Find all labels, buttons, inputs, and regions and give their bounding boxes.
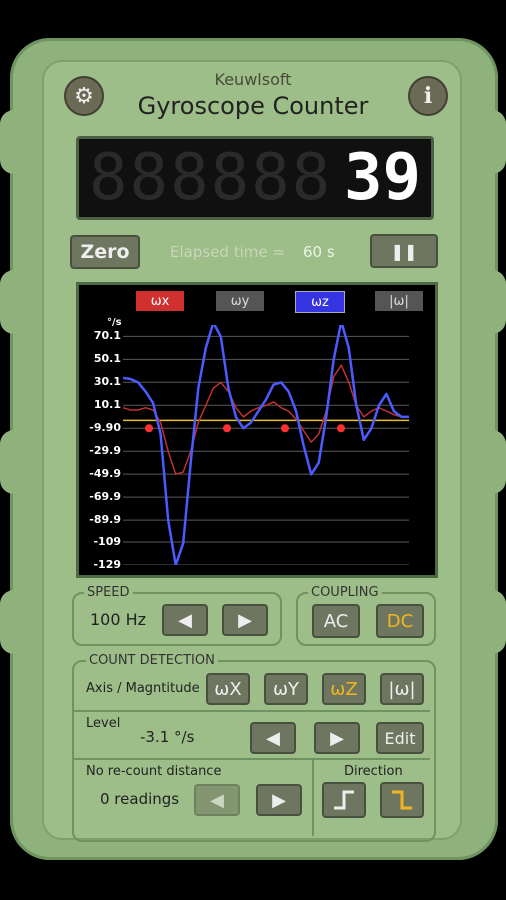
recount-next-button[interactable]: ▶ (256, 784, 302, 816)
gyro-plot (123, 325, 409, 565)
y-tick-label: 10.1 (93, 398, 121, 412)
speed-prev-button[interactable]: ◀ (162, 604, 208, 636)
falling-edge-icon (392, 790, 412, 810)
y-tick-label: 50.1 (93, 352, 121, 366)
elapsed-value: 60 s (303, 243, 335, 261)
y-tick-label: -49.9 (89, 467, 121, 481)
axis-magnitude-label: Axis / Magntitude (86, 681, 200, 696)
count-marker (223, 424, 231, 433)
level-label: Level (86, 716, 121, 731)
direction-rising-button[interactable] (322, 782, 366, 818)
legend-wz[interactable]: ωz (295, 291, 345, 313)
counter-display: 888888 39 (76, 136, 434, 220)
coupling-label: COUPLING (308, 585, 382, 600)
speed-label: SPEED (84, 585, 133, 600)
axis-wz-button[interactable]: ωZ (322, 673, 366, 705)
y-axis-unit: °/s (107, 317, 122, 328)
count-marker (281, 424, 289, 433)
graph-panel: ωx ωy ωz |ω| °/s 70.1 50.1 30.1 10.1 -9.90 -2… (76, 282, 438, 578)
ghost-digits: 888888 (89, 141, 333, 215)
count-value: 39 (339, 141, 421, 215)
y-tick-label: -29.9 (89, 444, 121, 458)
y-tick-label: 70.1 (93, 329, 121, 343)
axis-magnitude-button[interactable]: |ω| (380, 673, 424, 705)
y-tick-label: 30.1 (93, 375, 121, 389)
divider (74, 758, 430, 760)
y-tick-label: -89.9 (89, 513, 121, 527)
legend-wy[interactable]: ωy (216, 291, 264, 311)
axis-wy-button[interactable]: ωY (264, 673, 308, 705)
coupling-ac-button[interactable]: AC (312, 604, 360, 638)
device-bump (478, 270, 506, 334)
y-tick-label: -9.90 (89, 421, 121, 435)
speed-next-button[interactable]: ▶ (222, 604, 268, 636)
divider (74, 710, 430, 712)
level-edit-button[interactable]: Edit (376, 722, 424, 754)
device-bump (478, 430, 506, 494)
zero-button[interactable]: Zero (70, 235, 140, 269)
y-tick-label: -69.9 (89, 490, 121, 504)
rising-edge-icon (334, 790, 354, 810)
recount-label: No re-count distance (86, 764, 222, 779)
direction-falling-button[interactable] (380, 782, 424, 818)
legend-wx[interactable]: ωx (136, 291, 184, 311)
level-prev-button[interactable]: ◀ (250, 722, 296, 754)
coupling-dc-button[interactable]: DC (376, 604, 424, 638)
recount-prev-button[interactable]: ◀ (194, 784, 240, 816)
device-bump (0, 590, 28, 654)
device-bump (478, 590, 506, 654)
pause-button[interactable]: ❚❚ (370, 234, 438, 268)
count-marker (337, 424, 345, 433)
level-next-button[interactable]: ▶ (314, 722, 360, 754)
y-tick-label: -109 (93, 535, 121, 549)
count-detection-label: COUNT DETECTION (86, 653, 218, 668)
elapsed-label: Elapsed time = (170, 243, 285, 261)
app-title: Gyroscope Counter (137, 92, 369, 120)
legend-magnitude[interactable]: |ω| (375, 291, 423, 311)
brand-name: Keuwlsoft (214, 70, 292, 89)
level-value: -3.1 °/s (140, 728, 195, 746)
direction-label: Direction (344, 764, 403, 779)
recount-value: 0 readings (100, 790, 180, 808)
device-bump (0, 270, 28, 334)
device-bump (0, 430, 28, 494)
speed-value: 100 Hz (90, 610, 147, 629)
axis-wx-button[interactable]: ωX (206, 673, 250, 705)
divider (312, 760, 314, 836)
y-tick-label: -129 (93, 558, 121, 571)
count-marker (145, 424, 153, 433)
